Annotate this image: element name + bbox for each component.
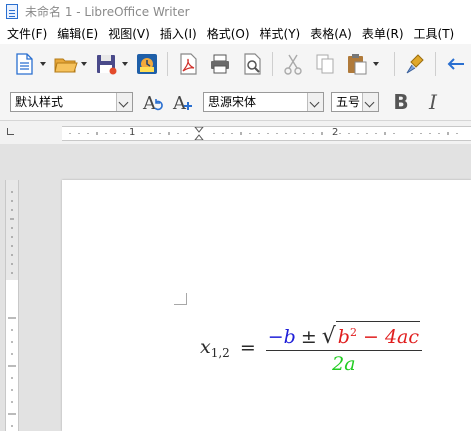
chevron-down-icon[interactable]: [116, 93, 132, 111]
math-formula-object[interactable]: x1,2 = −b ± √ b2 − 4ac 2a: [200, 318, 423, 378]
radical-symbol: √: [321, 324, 336, 349]
title-bar: 未命名 1 - LibreOffice Writer: [0, 0, 471, 22]
radicand-rest: − 4ac: [356, 326, 420, 348]
writer-app-icon: [6, 3, 18, 19]
font-name-value: 思源宋体: [208, 95, 257, 109]
clone-formatting-icon[interactable]: [403, 52, 427, 76]
menu-form[interactable]: 表单(R): [357, 25, 409, 42]
update-style-icon[interactable]: A: [141, 90, 165, 114]
font-size-value: 五号: [336, 95, 361, 109]
square-root: √ b2 − 4ac: [321, 321, 421, 349]
radicand-b: b: [337, 326, 350, 348]
paragraph-style-value: 默认样式: [15, 95, 64, 109]
new-style-icon[interactable]: A: [171, 90, 195, 114]
toolbar-separator: [167, 52, 168, 76]
open-dropdown[interactable]: [81, 62, 87, 66]
chevron-down-icon[interactable]: [362, 93, 378, 111]
export-directly-icon[interactable]: [135, 52, 159, 76]
fraction: −b ± √ b2 − 4ac 2a: [265, 321, 423, 375]
window-title: 未命名 1 - LibreOffice Writer: [25, 4, 190, 19]
chevron-down-icon[interactable]: [307, 93, 323, 111]
ruler-label-2: 2: [332, 127, 339, 138]
horizontal-ruler[interactable]: 1 2: [62, 126, 471, 141]
vertical-ruler[interactable]: [5, 180, 19, 431]
numerator-minus-b: −b: [267, 326, 296, 348]
formatting-toolbar: 默认样式 A A 思源宋体 五号 B I: [0, 84, 471, 120]
open-folder-icon[interactable]: [53, 52, 78, 76]
fraction-denominator: 2a: [332, 353, 356, 375]
paragraph-style-combo[interactable]: 默认样式: [10, 92, 133, 112]
svg-text:A: A: [172, 93, 187, 114]
libreoffice-writer-window: 未命名 1 - LibreOffice Writer 文件(F) 编辑(E) 视…: [0, 0, 471, 431]
italic-button[interactable]: I: [421, 90, 445, 114]
copy-icon[interactable]: [313, 52, 337, 76]
font-size-combo[interactable]: 五号: [331, 92, 379, 112]
text-boundary-corner: [174, 293, 187, 305]
new-document-dropdown[interactable]: [40, 62, 46, 66]
ruler-label-1: 1: [129, 127, 136, 138]
svg-text:A: A: [142, 93, 157, 114]
standard-toolbar: [0, 44, 471, 84]
lhs-variable: x: [200, 336, 211, 358]
equals-sign: =: [239, 337, 256, 359]
tab-stop-selector[interactable]: [7, 128, 14, 135]
document-page[interactable]: x1,2 = −b ± √ b2 − 4ac 2a: [62, 180, 471, 431]
new-document-icon[interactable]: [12, 52, 36, 76]
toolbar-separator: [394, 52, 395, 76]
bold-button[interactable]: B: [389, 90, 413, 114]
menu-file[interactable]: 文件(F): [0, 25, 52, 42]
plus-minus-sign: ±: [300, 326, 317, 348]
document-workspace[interactable]: x1,2 = −b ± √ b2 − 4ac 2a: [0, 144, 471, 431]
font-name-combo[interactable]: 思源宋体: [203, 92, 324, 112]
formula-lhs: x1,2: [200, 336, 230, 360]
fraction-numerator: −b ± √ b2 − 4ac: [266, 321, 422, 350]
ruler-bar: 1 2: [0, 120, 471, 144]
save-dropdown[interactable]: [122, 62, 128, 66]
menu-insert[interactable]: 插入(I): [155, 25, 202, 42]
cut-icon[interactable]: [281, 52, 305, 76]
print-preview-icon[interactable]: [240, 52, 264, 76]
radicand: b2 − 4ac: [335, 321, 421, 348]
radicand-exponent: 2: [349, 326, 357, 339]
paste-icon[interactable]: [345, 52, 369, 76]
menu-format[interactable]: 格式(O): [202, 25, 255, 42]
lhs-subscript: 1,2: [210, 346, 230, 360]
menu-edit[interactable]: 编辑(E): [52, 25, 103, 42]
undo-icon[interactable]: [444, 52, 468, 76]
toolbar-separator: [272, 52, 273, 76]
menu-bar: 文件(F) 编辑(E) 视图(V) 插入(I) 格式(O) 样式(Y) 表格(A…: [0, 22, 471, 44]
paste-dropdown[interactable]: [373, 62, 379, 66]
menu-tools[interactable]: 工具(T): [409, 25, 460, 42]
menu-table[interactable]: 表格(A): [305, 25, 357, 42]
menu-styles[interactable]: 样式(Y): [255, 25, 306, 42]
save-icon[interactable]: [94, 52, 118, 76]
export-pdf-icon[interactable]: [176, 52, 200, 76]
menu-view[interactable]: 视图(V): [103, 25, 155, 42]
print-icon[interactable]: [208, 52, 232, 76]
toolbar-separator: [435, 52, 436, 76]
